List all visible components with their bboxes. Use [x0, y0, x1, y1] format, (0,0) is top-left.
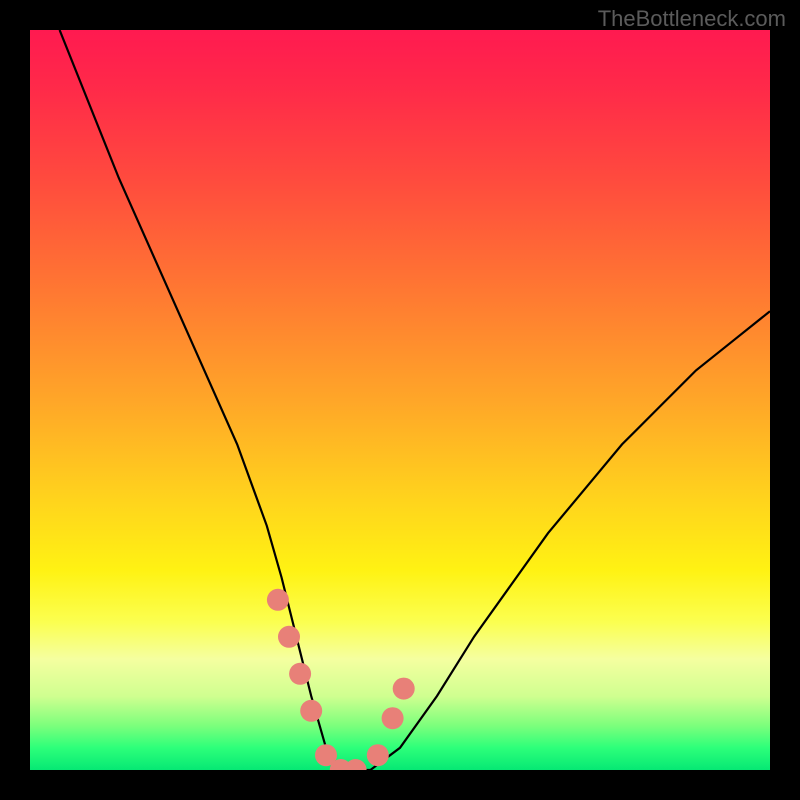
highlight-marker	[382, 707, 404, 729]
marker-group	[267, 589, 415, 770]
highlight-marker	[278, 626, 300, 648]
highlight-marker	[367, 744, 389, 766]
highlight-marker	[289, 663, 311, 685]
highlight-marker	[300, 700, 322, 722]
watermark-text: TheBottleneck.com	[598, 6, 786, 32]
bottleneck-curve-line	[60, 30, 770, 770]
highlight-marker	[267, 589, 289, 611]
chart-plot-area	[30, 30, 770, 770]
chart-svg	[30, 30, 770, 770]
highlight-marker	[345, 759, 367, 770]
highlight-marker	[393, 678, 415, 700]
